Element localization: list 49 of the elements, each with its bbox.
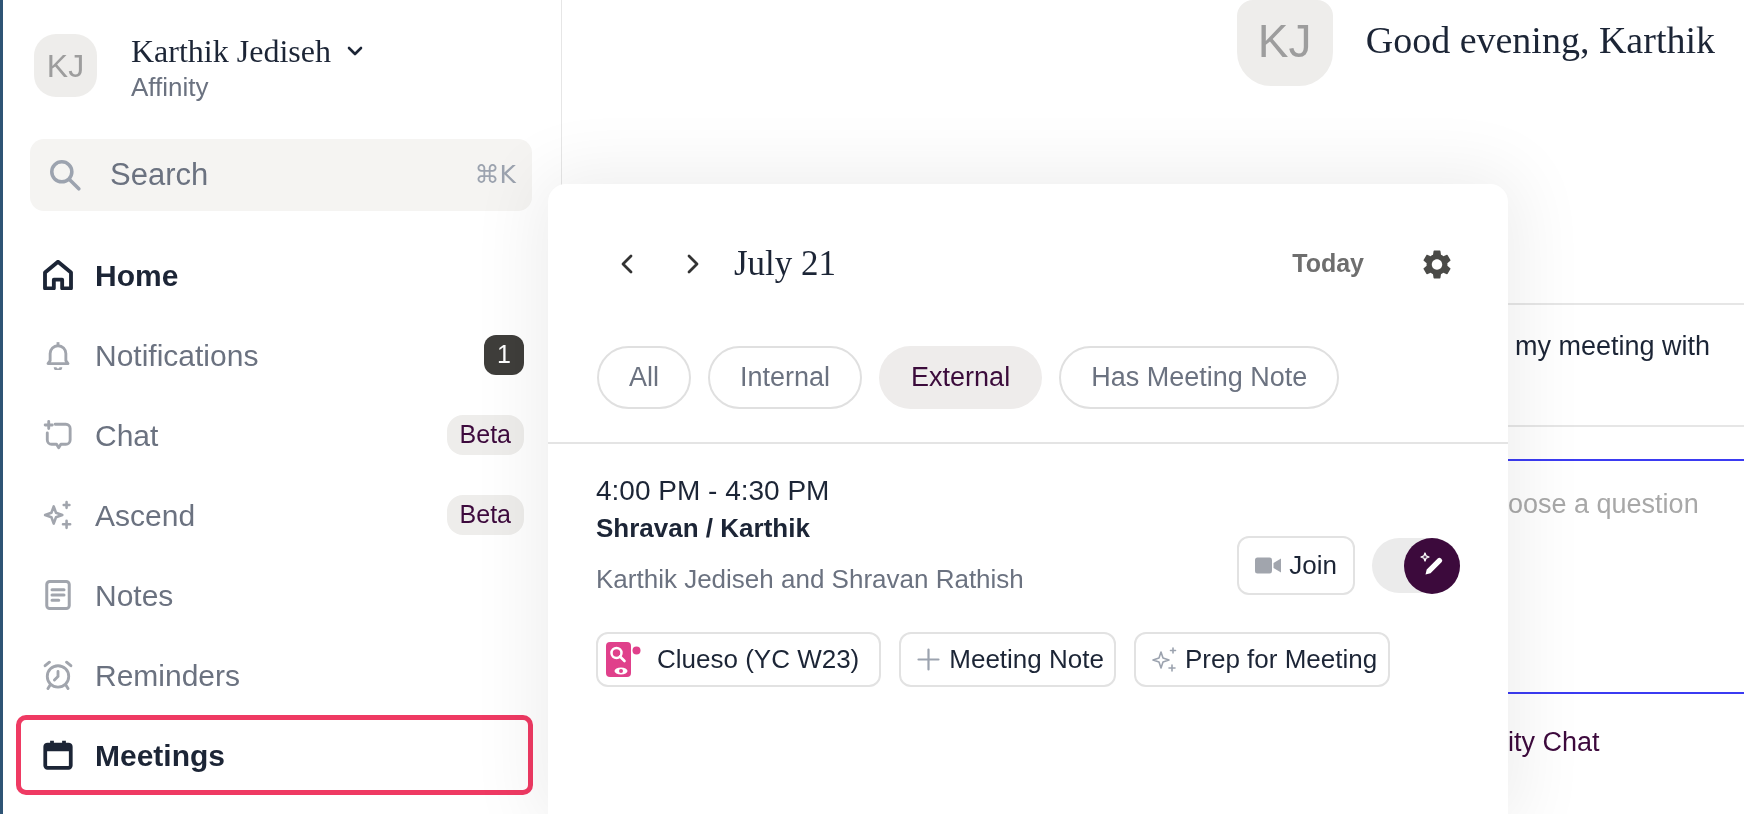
shortcut-hint: ⌘K bbox=[474, 159, 516, 191]
user-avatar: KJ bbox=[1236, 0, 1333, 86]
note-icon bbox=[43, 580, 73, 610]
nav-item[interactable]: Chat Beta bbox=[16, 395, 533, 475]
meeting-time: 4:00 PM - 4:30 PM bbox=[596, 474, 831, 508]
count-badge: 1 bbox=[484, 335, 524, 375]
nav-item[interactable]: Home bbox=[16, 235, 533, 315]
label-badge: Beta bbox=[446, 495, 524, 535]
sparkles-icon bbox=[1150, 645, 1179, 674]
meeting-title: Shravan / Karthik bbox=[596, 512, 811, 545]
toggle-switch[interactable] bbox=[1372, 538, 1460, 593]
chevron-down-icon[interactable] bbox=[346, 46, 363, 56]
filter-chip[interactable]: Internal bbox=[708, 346, 863, 409]
sparkles-icon bbox=[43, 500, 73, 530]
join-button[interactable]: Join bbox=[1237, 536, 1355, 595]
date-title: July 21 bbox=[734, 242, 837, 285]
label-badge: Beta bbox=[446, 415, 524, 455]
user-name: Karthik Jediseh bbox=[131, 32, 331, 70]
alarm-clock-icon bbox=[43, 660, 73, 690]
plus-icon bbox=[917, 648, 941, 671]
chat-bubble-icon bbox=[43, 420, 73, 450]
chevron-right-icon[interactable] bbox=[685, 253, 701, 275]
nav-item[interactable]: Reminders bbox=[16, 635, 533, 715]
prep-button[interactable]: Prep for Meeting bbox=[1133, 632, 1391, 687]
nav-item[interactable]: Meetings bbox=[16, 715, 533, 795]
today-button[interactable]: Today bbox=[1292, 245, 1364, 283]
filter-chip[interactable]: All bbox=[597, 346, 691, 409]
video-camera-icon bbox=[1255, 557, 1282, 574]
magnifier-logo-icon bbox=[606, 642, 641, 677]
home-icon bbox=[43, 260, 73, 290]
user-avatar: KJ bbox=[34, 34, 97, 97]
suggestion-text: my meeting with bbox=[1515, 331, 1711, 361]
nav-item[interactable]: Notes bbox=[16, 555, 533, 635]
filter-chip[interactable]: Has Meeting Note bbox=[1059, 346, 1340, 409]
company-chip[interactable]: Clueso (YC W23) bbox=[596, 632, 882, 687]
workspace-name: Affinity bbox=[131, 72, 210, 102]
greeting-title: Good evening, Karthik bbox=[1365, 18, 1715, 63]
search-icon bbox=[50, 160, 81, 191]
question-field[interactable]: oose a question bbox=[1508, 459, 1744, 694]
chat-link[interactable]: ity Chat bbox=[1508, 724, 1600, 760]
settings-icon[interactable] bbox=[1423, 249, 1451, 279]
nav-item[interactable]: Notifications 1 bbox=[16, 315, 533, 395]
pencil-sparkle-icon bbox=[1404, 537, 1460, 594]
calendar-icon bbox=[43, 740, 73, 770]
add-note-button[interactable]: Meeting Note bbox=[899, 632, 1116, 687]
chevron-left-icon[interactable] bbox=[619, 253, 635, 275]
nav-item[interactable]: Ascend Beta bbox=[16, 475, 533, 555]
filter-chip[interactable]: External bbox=[879, 346, 1043, 409]
meeting-attendees: Karthik Jediseh and Shravan Rathish bbox=[596, 563, 1024, 595]
